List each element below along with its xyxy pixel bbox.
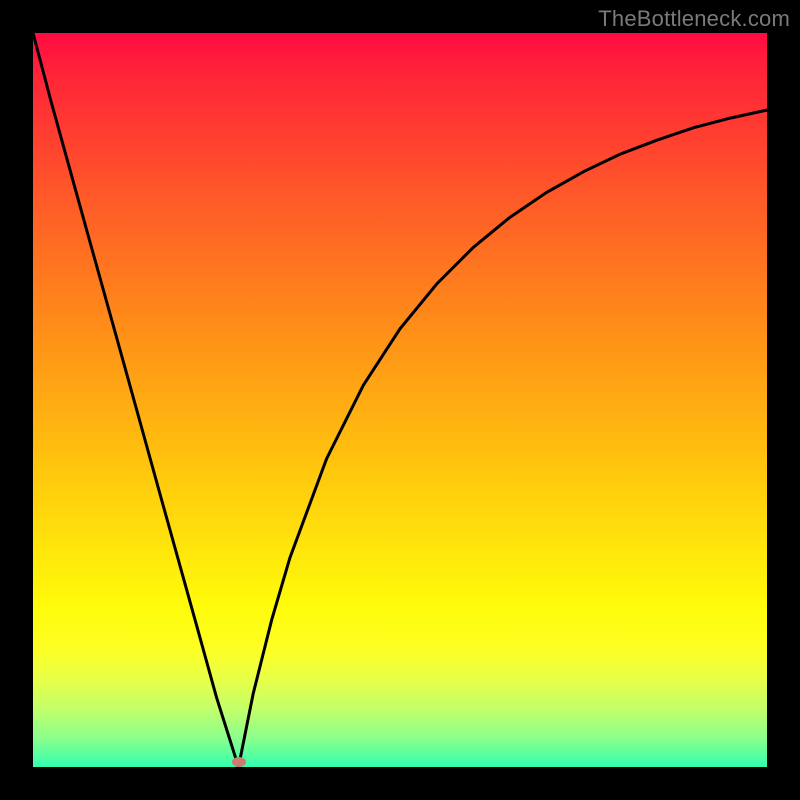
plot-area [33,33,767,767]
watermark-text: TheBottleneck.com [598,6,790,32]
bottleneck-curve [33,33,767,767]
chart-frame: TheBottleneck.com [0,0,800,800]
optimal-point-marker [232,757,246,767]
